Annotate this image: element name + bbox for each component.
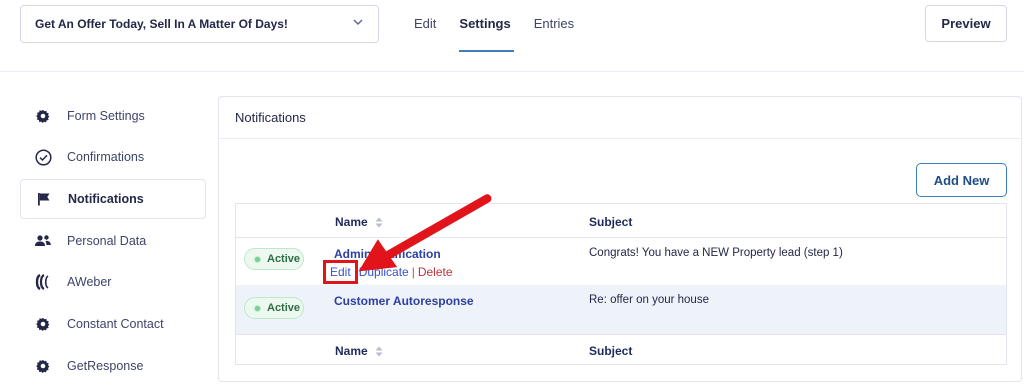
flag-icon bbox=[35, 190, 53, 208]
sidebar-item-label: Notifications bbox=[68, 192, 144, 206]
users-icon bbox=[34, 232, 52, 250]
tab-entries-label: Entries bbox=[533, 16, 575, 31]
tab-entries[interactable]: Entries bbox=[534, 16, 574, 54]
status-badge-label: Active bbox=[267, 302, 301, 314]
sidebar-item-notifications[interactable]: Notifications bbox=[20, 179, 206, 219]
column-footer-name-label: Name bbox=[335, 344, 368, 358]
sidebar-item-label: AWeber bbox=[67, 275, 112, 289]
top-bar: Get An Offer Today, Sell In A Matter Of … bbox=[0, 0, 1024, 72]
chevron-down-icon bbox=[353, 19, 363, 25]
form-select-value: Get An Offer Today, Sell In A Matter Of … bbox=[35, 17, 288, 31]
table-row: Active Customer Autoresponse Re: offer o… bbox=[236, 285, 1006, 334]
notification-name-link[interactable]: Customer Autoresponse bbox=[334, 294, 474, 308]
sidebar-item-aweber[interactable]: AWeber bbox=[20, 262, 206, 302]
notifications-panel: Notifications Add New Name Subject Activ… bbox=[218, 96, 1022, 382]
notification-subject: Congrats! You have a NEW Property lead (… bbox=[589, 247, 843, 259]
status-badge-label: Active bbox=[267, 253, 301, 265]
sidebar-item-personal-data[interactable]: Personal Data bbox=[20, 221, 206, 261]
gear-icon bbox=[34, 107, 52, 125]
check-circle-icon bbox=[34, 148, 52, 166]
divider bbox=[236, 334, 1006, 335]
sidebar-item-form-settings[interactable]: Form Settings bbox=[20, 96, 206, 136]
panel-header: Notifications bbox=[219, 97, 1021, 139]
sidebar-item-label: Confirmations bbox=[67, 150, 145, 164]
gear-icon bbox=[34, 315, 52, 333]
tab-settings[interactable]: Settings bbox=[459, 16, 514, 54]
sidebar-item-confirmations[interactable]: Confirmations bbox=[20, 137, 206, 177]
tab-edit-label: Edit bbox=[414, 16, 437, 31]
annotation-arrow-icon bbox=[358, 194, 492, 272]
preview-button[interactable]: Preview bbox=[925, 5, 1007, 42]
sidebar-item-constant-contact[interactable]: Constant Contact bbox=[20, 304, 206, 344]
form-select[interactable]: Get An Offer Today, Sell In A Matter Of … bbox=[20, 5, 379, 43]
column-header-subject: Subject bbox=[589, 215, 633, 229]
sidebar-item-label: Personal Data bbox=[67, 234, 147, 248]
active-dot-icon bbox=[254, 255, 261, 263]
add-new-button[interactable]: Add New bbox=[916, 163, 1007, 197]
column-footer-name[interactable]: Name bbox=[335, 344, 383, 358]
top-tabs: Edit Settings Entries bbox=[414, 16, 597, 54]
status-badge: Active bbox=[244, 297, 304, 319]
tab-settings-label: Settings bbox=[459, 16, 511, 31]
column-footer-subject: Subject bbox=[589, 344, 633, 358]
sidebar-item-label: Form Settings bbox=[67, 109, 145, 123]
active-tab-underline bbox=[459, 50, 514, 52]
notification-subject: Re: offer on your house bbox=[589, 294, 709, 306]
status-badge: Active bbox=[244, 248, 304, 270]
sidebar-item-label: GetResponse bbox=[67, 359, 144, 373]
sidebar-item-getresponse[interactable]: GetResponse bbox=[20, 346, 206, 386]
active-dot-icon bbox=[254, 304, 261, 312]
panel-title: Notifications bbox=[235, 110, 306, 125]
aweber-icon bbox=[34, 273, 52, 291]
tab-edit[interactable]: Edit bbox=[414, 16, 436, 54]
gear-icon bbox=[34, 357, 52, 375]
sort-icon bbox=[375, 346, 383, 357]
sidebar-item-label: Constant Contact bbox=[67, 317, 164, 331]
